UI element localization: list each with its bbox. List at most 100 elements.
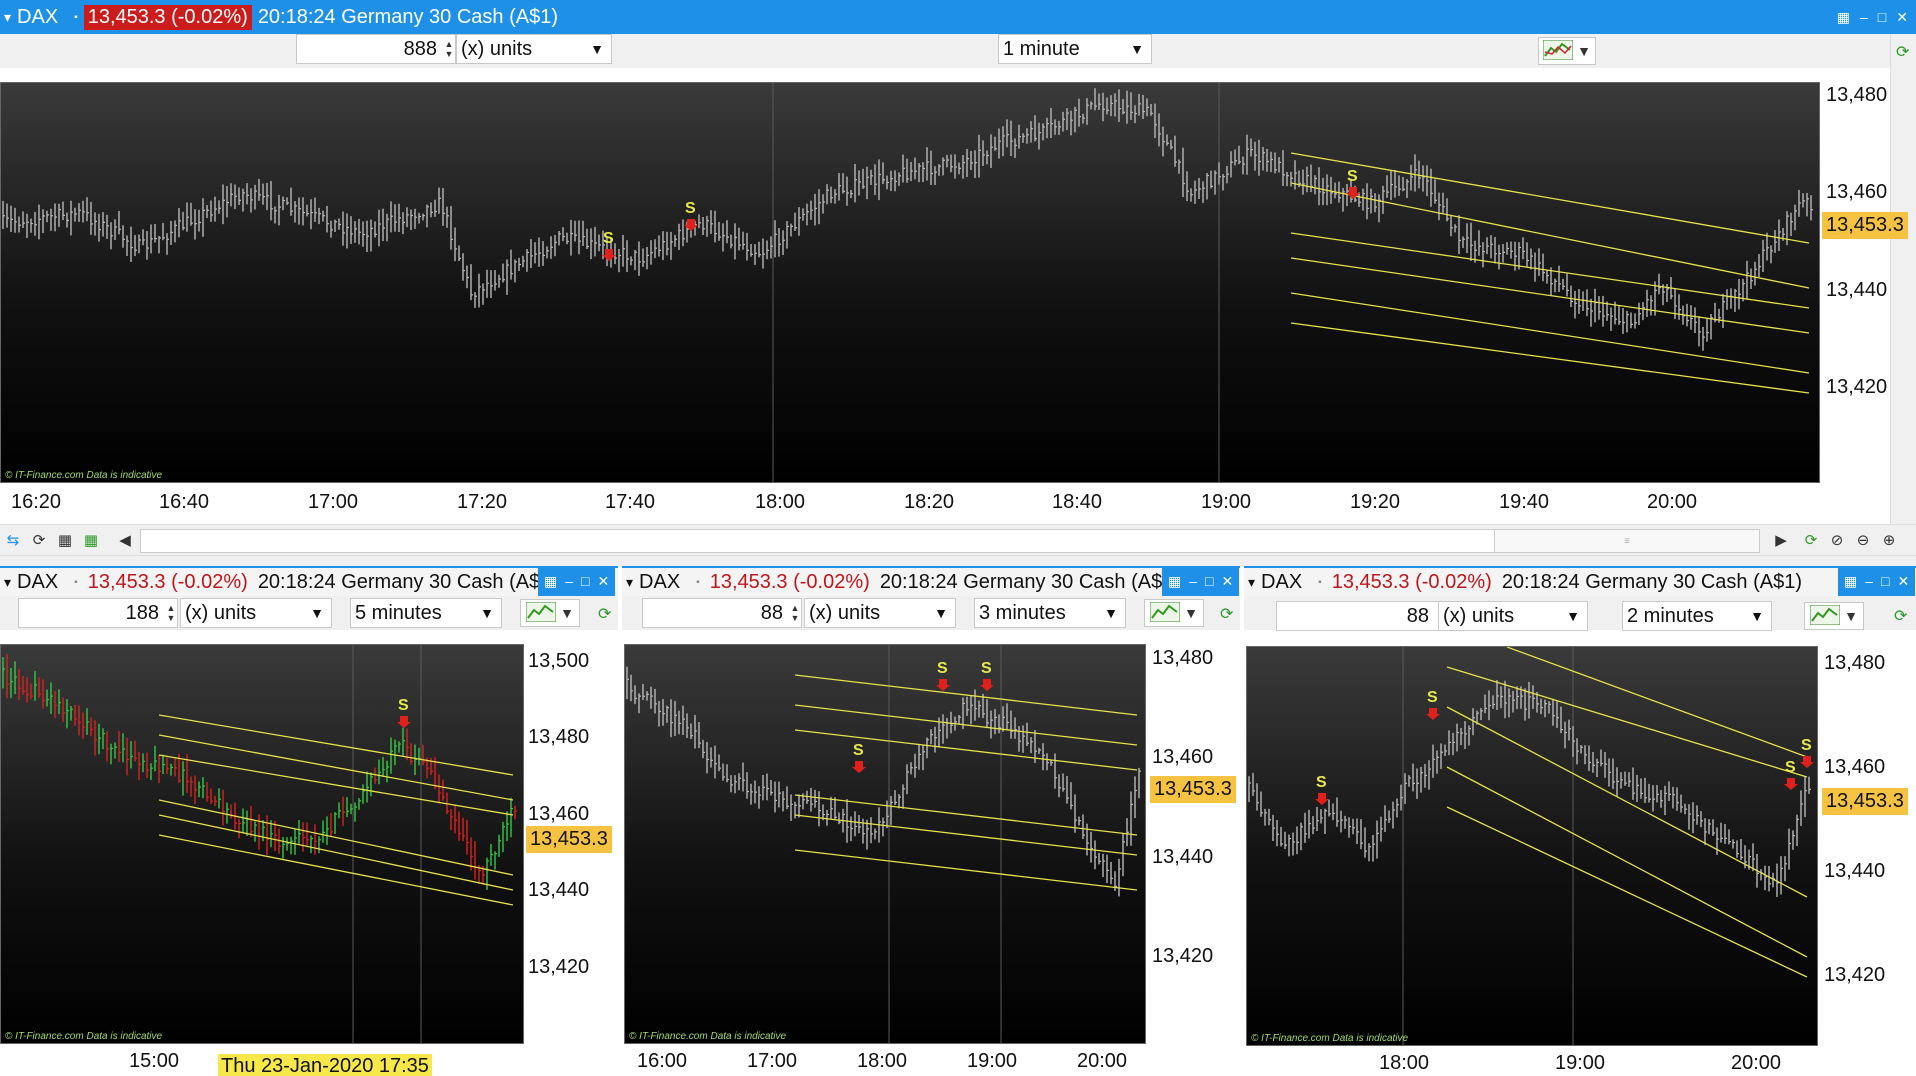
spin-icon[interactable]: ▲▼	[789, 603, 801, 623]
restore-icon[interactable]: □	[1205, 573, 1213, 589]
chevron-down-icon[interactable]: ▼	[1743, 608, 1771, 624]
keyboard-icon[interactable]: ▦	[544, 573, 557, 590]
restore-icon[interactable]: □	[581, 573, 589, 589]
share-icon[interactable]: ⇆	[2, 529, 24, 551]
units-value[interactable]: 888	[297, 38, 443, 61]
interval-select[interactable]: 5 minutes ▼	[350, 598, 502, 628]
spin-icon[interactable]: ▲▼	[443, 39, 455, 59]
link-icon[interactable]: ⟳	[1894, 606, 1907, 626]
close-icon[interactable]: ✕	[598, 573, 610, 590]
layout-icon[interactable]: ▦	[80, 529, 102, 551]
panel1-chart-area[interactable]: S © IT-Finance.com Data is indicative	[0, 644, 524, 1044]
keyboard-icon[interactable]: ▦	[1168, 573, 1181, 590]
main-price-axis[interactable]: 13,480 13,460 13,440 13,420 13,453.3	[1820, 82, 1908, 483]
units-stepper[interactable]: 88 ▲▼	[1276, 601, 1448, 631]
close-icon[interactable]: ✕	[1222, 573, 1234, 590]
symbol-label[interactable]: DAX	[17, 571, 58, 594]
main-chart-area[interactable]: S S S © IT-Finance.com Data is indicative	[0, 82, 1820, 483]
units-value[interactable]: 188	[19, 602, 165, 625]
info-icon[interactable]: ▪	[74, 12, 78, 23]
panel2-time-axis[interactable]: 16:00 17:00 18:00 19:00 20:00	[622, 1044, 1240, 1076]
panel1-price-axis[interactable]: 13,500 13,480 13,460 13,440 13,420 13,45…	[524, 644, 618, 1044]
main-price-chart[interactable]: S S S	[1, 83, 1819, 482]
panel2-price-chart[interactable]: S S S	[625, 645, 1145, 1043]
chart-type-button[interactable]: ▼	[520, 599, 580, 627]
time-tick: 20:00	[1076, 1050, 1128, 1072]
units-stepper[interactable]: 88 ▲▼	[642, 598, 802, 628]
chevron-down-icon[interactable]: ▼	[927, 605, 955, 621]
keyboard-icon[interactable]: ▦	[1844, 573, 1857, 590]
chevron-down-icon[interactable]: ▼	[1123, 41, 1151, 57]
chevron-down-icon[interactable]: ▼	[303, 605, 331, 621]
chevron-down-icon[interactable]: ▼	[1844, 608, 1858, 624]
main-title-bar[interactable]: ▾ DAX ▪ 13,453.3 (-0.02%) 20:18:24 Germa…	[0, 0, 1916, 34]
zoom-reset-icon[interactable]: ⊘	[1826, 529, 1848, 551]
units-type-select[interactable]: (x) units ▼	[804, 598, 956, 628]
chevron-down-icon[interactable]: ▼	[560, 605, 574, 621]
units-stepper[interactable]: 888 ▲ ▼	[296, 34, 456, 64]
info-icon[interactable]: ▪	[1318, 577, 1322, 588]
units-value[interactable]: 88	[643, 602, 789, 625]
units-type-select[interactable]: (x) units ▼	[456, 34, 612, 64]
panel3-price-chart[interactable]: SSSS	[1247, 647, 1817, 1045]
panel3-chart-area[interactable]: SSSS © IT-Finance.com Data is indicative	[1246, 646, 1818, 1046]
units-type-select[interactable]: (x) units ▼	[180, 598, 332, 628]
scroll-thumb[interactable]: ≡	[1494, 529, 1760, 553]
chevron-down-icon[interactable]: ▼	[1559, 608, 1587, 624]
scroll-left-icon[interactable]: ◀	[114, 529, 136, 551]
chevron-down-icon[interactable]: ▼	[1577, 43, 1591, 59]
zoom-in-icon[interactable]: ⊕	[1878, 529, 1900, 551]
link-icon[interactable]: ⟳	[1220, 604, 1233, 624]
minimize-icon[interactable]: –	[1189, 573, 1197, 589]
panel1-price-chart[interactable]: S	[1, 645, 523, 1043]
panel2-chart-area[interactable]: S S S © IT-Finance.com Data is indicative	[624, 644, 1146, 1044]
restore-icon[interactable]: □	[1881, 573, 1889, 589]
chart-type-button[interactable]: ▼	[1804, 602, 1864, 630]
link-icon[interactable]: ⟳	[1896, 42, 1909, 62]
panel3-price-axis[interactable]: 13,480 13,460 13,440 13,420 13,453.3	[1818, 646, 1916, 1046]
panel3-time-axis[interactable]: 18:00 19:00 20:00	[1244, 1046, 1916, 1076]
window-menu-icon[interactable]: ▾	[626, 574, 633, 591]
chart-type-button[interactable]: ▼	[1538, 37, 1596, 65]
panel2-title-bar[interactable]: ▾ DAX ▪ 13,453.3 (-0.02%) 20:18:24 Germa…	[622, 566, 1240, 596]
link-icon[interactable]: ⟳	[598, 604, 611, 624]
units-type-select[interactable]: (x) units ▼	[1438, 601, 1588, 631]
minimize-icon[interactable]: –	[1860, 9, 1868, 25]
info-icon[interactable]: ▪	[696, 577, 700, 588]
panel1-time-axis[interactable]: 15:00 Thu 23-Jan-2020 17:35	[0, 1044, 618, 1076]
restore-icon[interactable]: □	[1878, 9, 1886, 25]
link-icon[interactable]: ⟳	[28, 529, 50, 551]
keyboard-icon[interactable]: ▦	[1837, 9, 1850, 26]
minimize-icon[interactable]: –	[1865, 573, 1873, 589]
chevron-down-icon[interactable]: ▼	[473, 605, 501, 621]
chart-options-icon[interactable]: ⟳	[1800, 529, 1822, 551]
grid-icon[interactable]: ▦	[54, 529, 76, 551]
window-menu-icon[interactable]: ▾	[1248, 574, 1255, 591]
window-menu-icon[interactable]: ▾	[4, 9, 11, 26]
panel3-title-bar[interactable]: ▾ DAX ▪ 13,453.3 (-0.02%) 20:18:24 Germa…	[1244, 566, 1916, 596]
symbol-label[interactable]: DAX	[639, 571, 680, 594]
units-value[interactable]: 88	[1277, 605, 1435, 628]
time-tick: 16:00	[636, 1050, 688, 1072]
close-icon[interactable]: ✕	[1896, 9, 1908, 26]
chevron-down-icon[interactable]: ▼	[1184, 605, 1198, 621]
scroll-right-icon[interactable]: ▶	[1770, 529, 1792, 551]
close-icon[interactable]: ✕	[1898, 573, 1910, 590]
panel2-price-axis[interactable]: 13,480 13,460 13,440 13,420 13,453.3	[1146, 644, 1240, 1044]
window-menu-icon[interactable]: ▾	[4, 574, 11, 591]
chevron-down-icon[interactable]: ▼	[1097, 605, 1125, 621]
interval-select[interactable]: 2 minutes ▼	[1622, 601, 1772, 631]
interval-select[interactable]: 3 minutes ▼	[974, 598, 1126, 628]
chart-type-button[interactable]: ▼	[1144, 599, 1204, 627]
spin-icon[interactable]: ▲▼	[165, 603, 177, 623]
chevron-down-icon[interactable]: ▼	[583, 41, 611, 57]
minimize-icon[interactable]: –	[565, 573, 573, 589]
info-icon[interactable]: ▪	[74, 577, 78, 588]
symbol-label[interactable]: DAX	[1261, 571, 1302, 594]
zoom-out-icon[interactable]: ⊖	[1852, 529, 1874, 551]
main-time-axis[interactable]: 16:20 16:40 17:00 17:20 17:40 18:00 18:2…	[0, 483, 1890, 523]
panel1-title-bar[interactable]: ▾ DAX ▪ 13,453.3 (-0.02%) 20:18:24 Germa…	[0, 566, 618, 596]
units-stepper[interactable]: 188 ▲ ▼	[18, 598, 178, 628]
interval-select[interactable]: 1 minute ▼	[998, 34, 1152, 64]
symbol-label[interactable]: DAX	[17, 6, 58, 29]
